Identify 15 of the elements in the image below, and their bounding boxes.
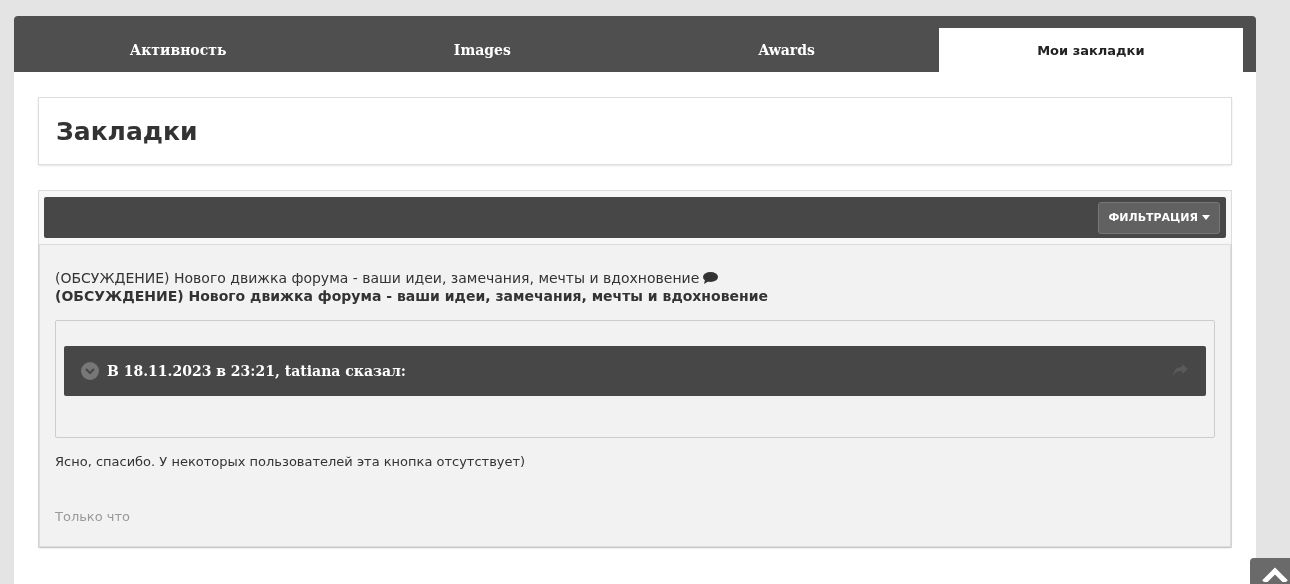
- post-text: Ясно, спасибо. У некоторых пользователей эта кнопка отсутствует): [55, 454, 527, 469]
- tab[interactable]: Активность: [26, 28, 331, 72]
- filter-button[interactable]: ФИЛЬТРАЦИЯ: [1098, 201, 1220, 234]
- tab[interactable]: Мои закладки: [938, 28, 1243, 72]
- speech-bubble-icon: [703, 272, 719, 284]
- caret-icon: [1202, 215, 1210, 220]
- chevron-down-icon[interactable]: [81, 362, 99, 380]
- post-time: Только что: [55, 509, 131, 524]
- topic-link[interactable]: (ОБСУЖДЕНИЕ) Нового движка форума - ваши идеи, замечания, мечты и вдохновение: [55, 270, 719, 286]
- page-title: Закладки: [56, 116, 198, 146]
- tab[interactable]: Images: [330, 28, 635, 72]
- topic-title: (ОБСУЖДЕНИЕ) Нового движка форума - ваши идеи, замечания, мечты и вдохновение: [55, 288, 769, 304]
- tab[interactable]: Awards: [634, 28, 939, 72]
- chevron-up-icon: [1262, 566, 1288, 582]
- quote-author-line: В 18.11.2023 в 23:21, tatiana сказал:: [107, 363, 407, 379]
